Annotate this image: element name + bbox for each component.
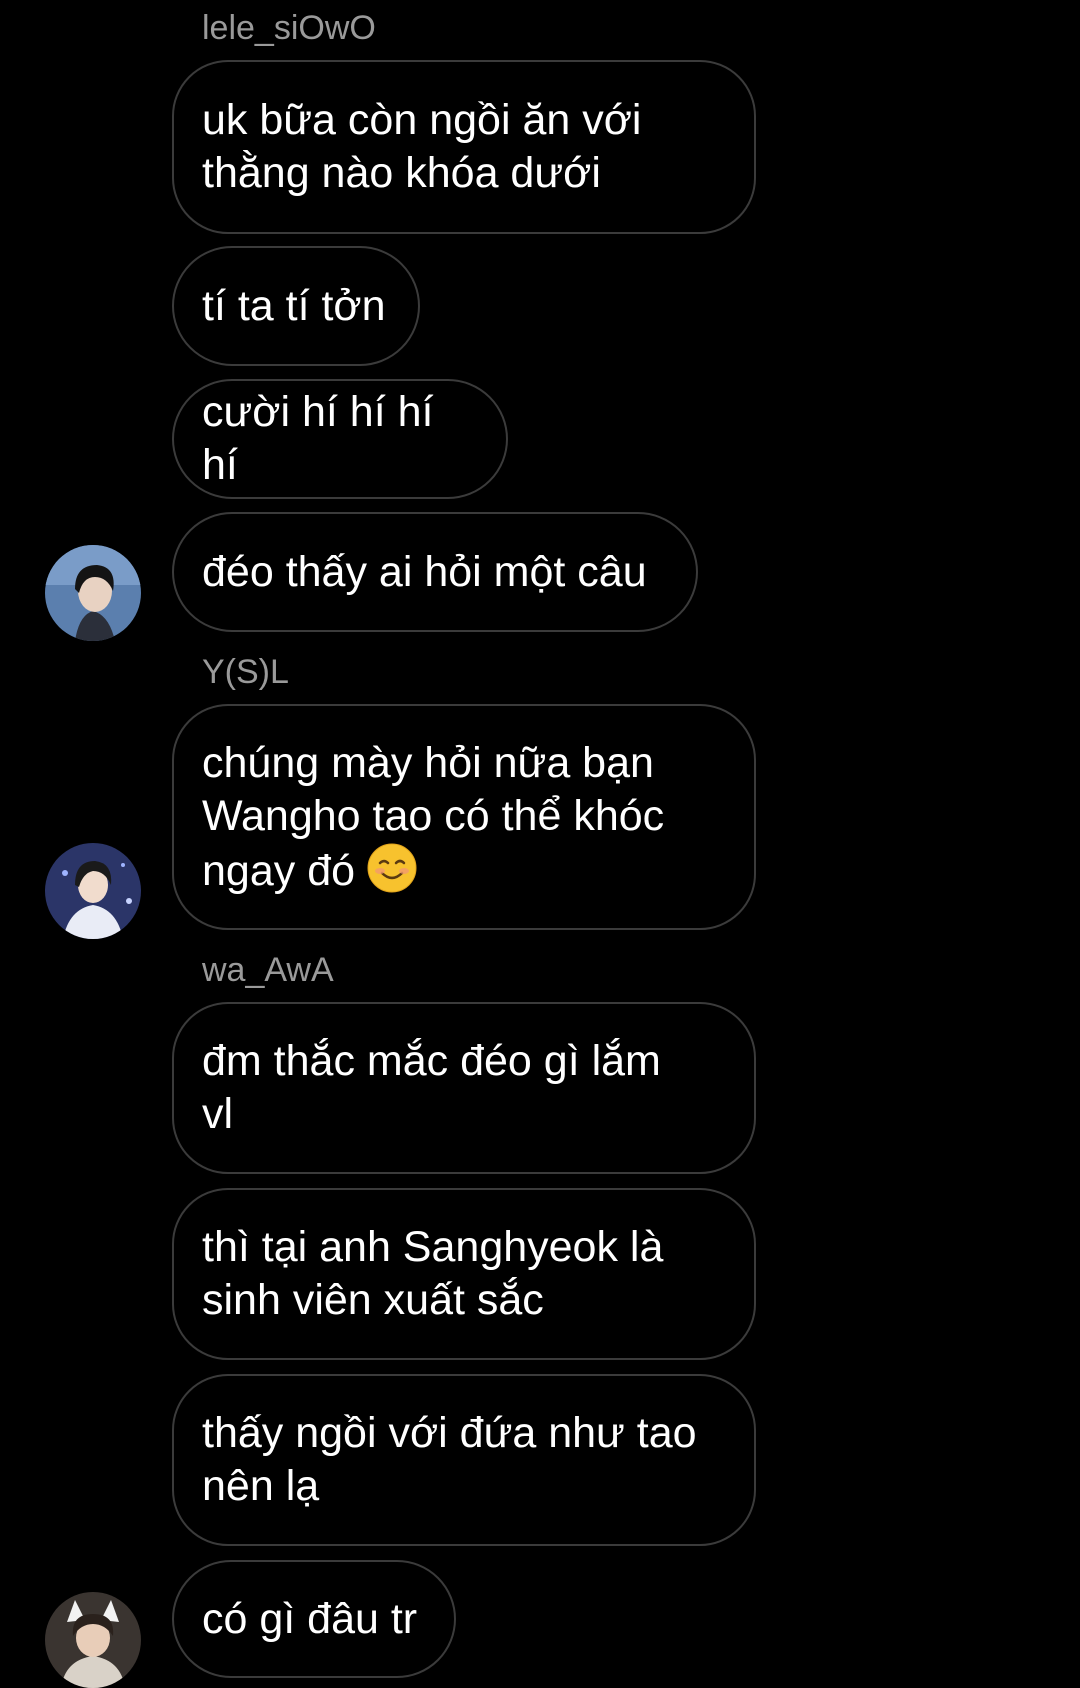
message-text: tí ta tí tởn xyxy=(202,281,386,330)
message-bubble[interactable]: thì tại anh Sanghyeok là sinh viên xuất … xyxy=(172,1188,756,1360)
avatar[interactable] xyxy=(45,1592,141,1688)
message-text: thì tại anh Sanghyeok là sinh viên xuất … xyxy=(202,1223,664,1324)
sender-name: lele_siOwO xyxy=(202,9,376,47)
message-text: uk bữa còn ngồi ăn với thằng nào khóa dư… xyxy=(202,96,642,197)
message-bubble[interactable]: chúng mày hỏi nữa bạn Wangho tao có thể … xyxy=(172,704,756,930)
message-bubble[interactable]: tí ta tí tởn xyxy=(172,246,420,366)
message-text: cười hí hí hí hí xyxy=(202,388,446,489)
message-text: thấy ngồi với đứa như tao nên lạ xyxy=(202,1409,697,1510)
message-text-content: chúng mày hỏi nữa bạn Wangho tao có thể … xyxy=(202,738,665,895)
message-bubble[interactable]: đéo thấy ai hỏi một câu xyxy=(172,512,698,632)
message-bubble[interactable]: uk bữa còn ngồi ăn với thằng nào khóa dư… xyxy=(172,60,756,234)
message-text: đm thắc mắc đéo gì lắm vl xyxy=(202,1037,661,1138)
sender-name: Y(S)L xyxy=(202,653,289,691)
message-text: có gì đâu tr xyxy=(202,1594,418,1643)
message-bubble[interactable]: cười hí hí hí hí xyxy=(172,379,508,499)
sender-name: wa_AwA xyxy=(202,951,334,989)
message-bubble[interactable]: đm thắc mắc đéo gì lắm vl xyxy=(172,1002,756,1174)
avatar-photo-icon xyxy=(45,545,141,641)
avatar[interactable] xyxy=(45,545,141,641)
avatar-photo-icon xyxy=(45,843,141,939)
avatar-photo-icon xyxy=(45,1592,141,1688)
message-text: chúng mày hỏi nữa bạn Wangho tao có thể … xyxy=(202,737,664,898)
message-bubble[interactable]: thấy ngồi với đứa như tao nên lạ xyxy=(172,1374,756,1546)
message-bubble[interactable]: có gì đâu tr xyxy=(172,1560,456,1678)
avatar[interactable] xyxy=(45,843,141,939)
message-text: đéo thấy ai hỏi một câu xyxy=(202,547,647,596)
smiling-face-emoji-icon xyxy=(367,843,417,892)
